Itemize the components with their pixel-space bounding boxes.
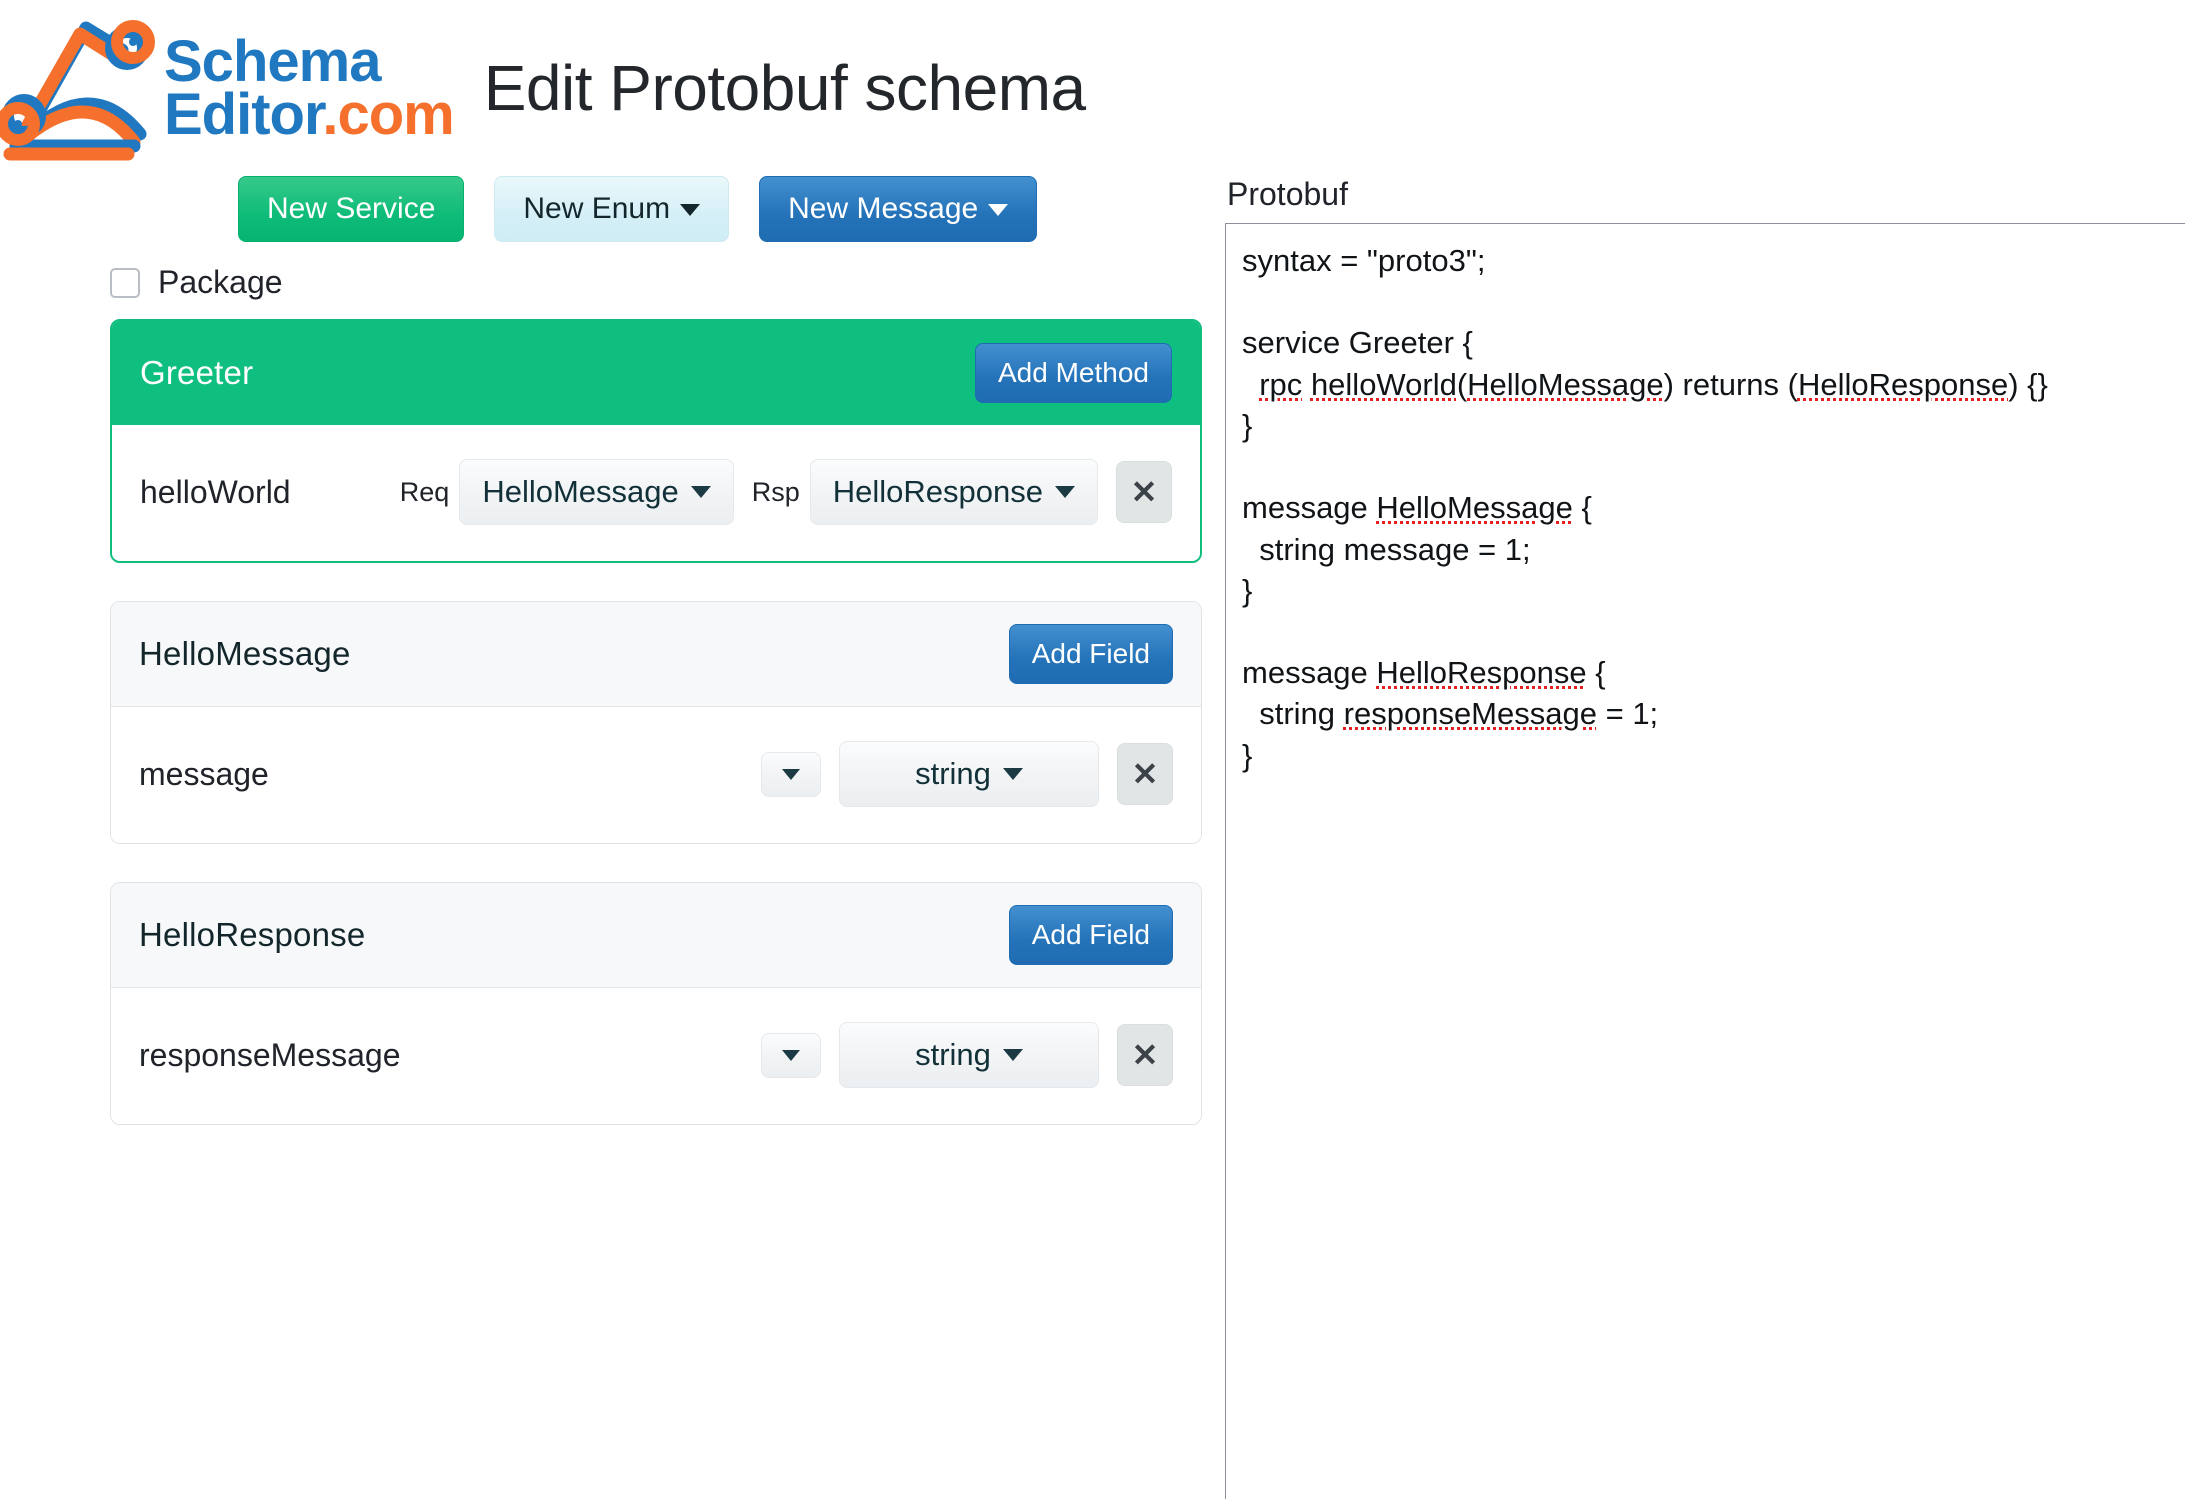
request-type-value: HelloMessage [482,474,679,509]
field-row: message string ✕ [111,707,1201,843]
page-body: New Service New Enum New Message Package… [0,168,2185,1499]
editor-column: New Service New Enum New Message Package… [0,168,1225,1163]
close-icon: ✕ [1131,756,1159,792]
request-label: Req [399,476,450,507]
field-type-value: string [915,1037,991,1072]
message-card-header: HelloResponse Add Field [111,883,1201,988]
field-rule-dropdown[interactable] [761,1032,821,1078]
protobuf-label: Protobuf [1227,176,1348,212]
chevron-down-icon [1055,486,1075,498]
chevron-down-icon [680,204,701,217]
brand-logo[interactable]: Schema Editor.com [0,8,455,168]
chevron-down-icon [1002,768,1023,780]
message-card: HelloMessage Add Field message string ✕ [110,601,1202,844]
brand-word-dotcom: .com [322,82,454,147]
chevron-down-icon [782,1049,800,1061]
field-rule-dropdown[interactable] [761,751,821,797]
method-row: helloWorld Req HelloMessage Rsp HelloRes… [112,425,1200,561]
protobuf-column: Protobuf syntax = "proto3"; service Gree… [1225,168,2185,1499]
method-name[interactable]: helloWorld [140,474,291,511]
add-method-button[interactable]: Add Method [975,343,1172,403]
field-type-dropdown[interactable]: string [839,1022,1099,1088]
new-service-button[interactable]: New Service [238,176,465,242]
package-checkbox[interactable] [110,267,140,298]
new-enum-button[interactable]: New Enum [494,176,730,242]
field-type-dropdown[interactable]: string [839,741,1099,807]
editor-toolbar: New Service New Enum New Message [238,176,1225,242]
message-card-header: HelloMessage Add Field [111,602,1201,707]
page-header: Schema Editor.com Edit Protobuf schema [0,0,2185,168]
delete-field-button[interactable]: ✕ [1117,1024,1173,1086]
protobuf-code: syntax = "proto3"; service Greeter { rpc… [1242,243,2048,773]
response-type-value: HelloResponse [832,474,1043,509]
new-enum-label: New Enum [523,192,671,225]
brand-word-schema: Schema [164,28,381,94]
chevron-down-icon [690,486,711,498]
field-type-value: string [915,756,991,791]
response-label: Rsp [751,476,800,507]
chevron-down-icon [1002,1049,1023,1061]
chevron-down-icon [782,768,800,780]
brand-wordmark: Schema Editor.com [164,28,455,144]
protobuf-textarea[interactable]: syntax = "proto3"; service Greeter { rpc… [1225,223,2185,1499]
new-message-button[interactable]: New Message [759,176,1038,242]
field-row: responseMessage string ✕ [111,988,1201,1124]
new-message-label: New Message [788,192,979,225]
package-label: Package [158,264,283,300]
service-card: Greeter Add Method helloWorld Req HelloM… [110,319,1202,563]
field-name[interactable]: responseMessage [139,1037,400,1074]
request-type-dropdown[interactable]: HelloMessage [459,459,734,525]
message-name[interactable]: HelloMessage [139,635,351,673]
close-icon: ✕ [1131,1037,1159,1073]
schema-editor-logo-icon [0,20,155,161]
field-name[interactable]: message [139,756,269,793]
service-name[interactable]: Greeter [140,354,253,392]
close-icon: ✕ [1130,474,1158,510]
message-card: HelloResponse Add Field responseMessage … [110,882,1202,1125]
chevron-down-icon [988,204,1009,217]
delete-method-button[interactable]: ✕ [1116,461,1172,523]
response-type-dropdown[interactable]: HelloResponse [809,459,1098,525]
service-card-header: Greeter Add Method [112,321,1200,425]
package-row: Package [110,264,1225,301]
delete-field-button[interactable]: ✕ [1117,743,1173,805]
add-field-button[interactable]: Add Field [1008,624,1173,684]
message-name[interactable]: HelloResponse [139,916,365,954]
add-field-button[interactable]: Add Field [1008,905,1173,965]
brand-word-editor: Editor [164,82,323,147]
page-title: Edit Protobuf schema [483,52,1086,124]
